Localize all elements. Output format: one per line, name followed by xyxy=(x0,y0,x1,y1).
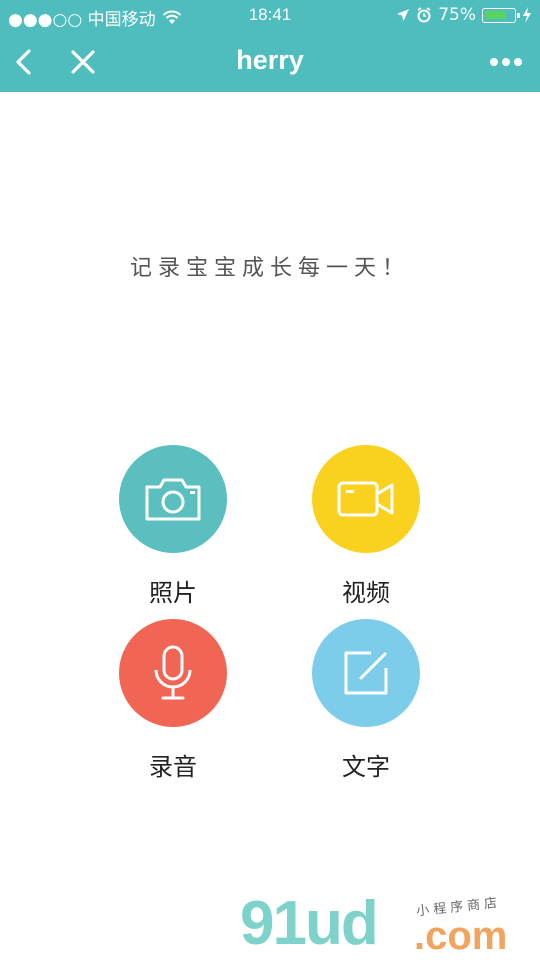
watermark-domain: .com xyxy=(414,914,508,958)
battery-cap xyxy=(517,12,520,18)
photo-label: 照片 xyxy=(149,579,197,607)
video-button[interactable] xyxy=(312,445,420,553)
page-title: herry xyxy=(236,45,304,75)
battery-fill xyxy=(485,10,506,19)
more-button[interactable] xyxy=(484,42,528,82)
status-bar: ●●●○○ 中国移动 18:41 75% xyxy=(0,0,540,30)
watermark-logo: 91ud 小程序商店 .com xyxy=(240,888,540,960)
charging-bolt-icon xyxy=(523,7,531,23)
battery-icon xyxy=(482,7,520,23)
video-label: 视频 xyxy=(342,579,390,607)
battery-percent: 75% xyxy=(438,5,476,25)
text-action[interactable]: 文字 xyxy=(286,619,446,782)
audio-button[interactable] xyxy=(119,619,227,727)
status-right-group: 75% xyxy=(396,5,532,25)
photo-action[interactable]: 照片 xyxy=(93,445,253,608)
edit-note-icon xyxy=(344,651,388,695)
location-arrow-icon xyxy=(397,9,410,21)
photo-button[interactable] xyxy=(119,445,227,553)
video-action[interactable]: 视频 xyxy=(286,445,446,608)
camera-icon xyxy=(145,478,201,521)
more-dots-icon xyxy=(490,58,522,66)
audio-action[interactable]: 录音 xyxy=(93,619,253,782)
audio-label: 录音 xyxy=(149,753,197,781)
text-button[interactable] xyxy=(312,619,420,727)
video-camera-icon xyxy=(337,481,394,517)
alarm-clock-icon xyxy=(417,7,431,23)
text-label: 文字 xyxy=(342,753,390,781)
microphone-icon xyxy=(154,645,192,700)
slogan-text: 记录宝宝成长每一天！ xyxy=(129,256,410,281)
navigation-bar: herry xyxy=(0,30,540,92)
watermark-brand: 91ud xyxy=(240,889,379,958)
